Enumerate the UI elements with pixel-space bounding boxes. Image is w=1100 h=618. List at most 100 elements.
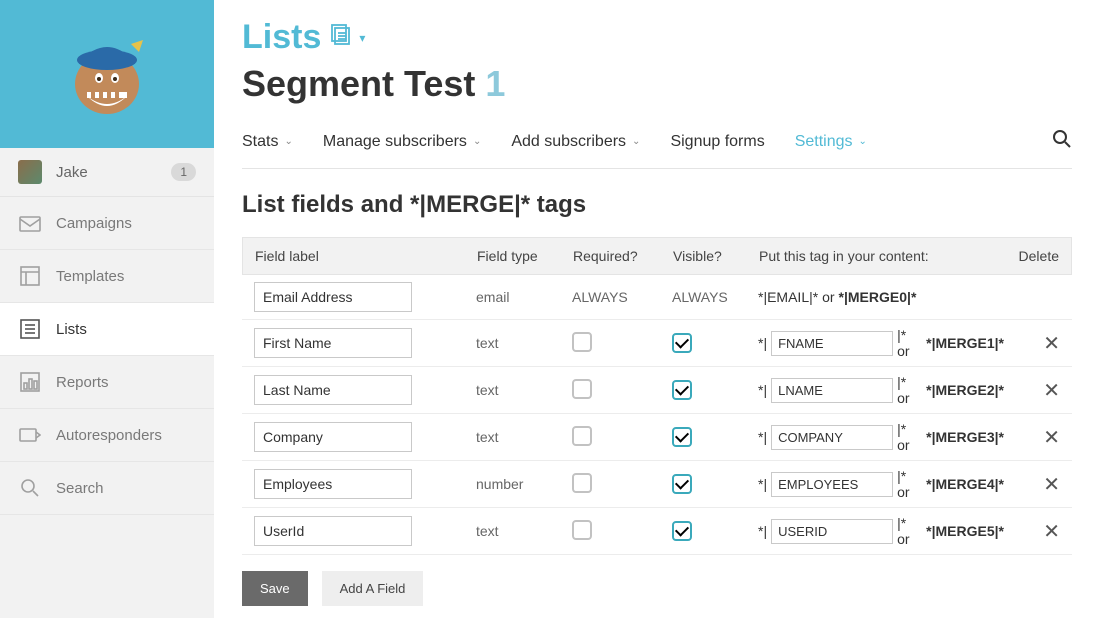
merge-tag-input[interactable] (771, 519, 893, 544)
merge-tag-alt: *|MERGE0|* (839, 289, 917, 305)
table-row: text*||* or *|MERGE5|*✕ (242, 508, 1072, 555)
required-checkbox[interactable] (572, 379, 592, 399)
tag-prefix: *| (758, 335, 767, 351)
nav-label: Search (56, 480, 104, 497)
merge-tag-input[interactable] (771, 378, 893, 403)
field-label-input[interactable] (254, 328, 412, 358)
lists-page-icon (329, 24, 351, 51)
chevron-down-icon: ⌄ (859, 136, 867, 147)
tab-signup-forms[interactable]: Signup forms (670, 133, 764, 151)
th-type: Field type (477, 248, 573, 264)
sidebar-item-reports[interactable]: Reports (0, 356, 214, 409)
visible-checkbox[interactable] (672, 380, 692, 400)
page-title-number: 1 (485, 63, 505, 104)
delete-row-button[interactable]: ✕ (1043, 474, 1060, 496)
chevron-down-icon: ▾ (359, 31, 365, 45)
delete-row-button[interactable]: ✕ (1043, 521, 1060, 543)
search-icon (18, 478, 42, 498)
required-checkbox[interactable] (572, 473, 592, 493)
required-checkbox[interactable] (572, 426, 592, 446)
logo-area (0, 0, 214, 148)
sidebar-item-campaigns[interactable]: Campaigns (0, 197, 214, 250)
breadcrumb-title: Lists (242, 18, 321, 57)
nav-label: Campaigns (56, 215, 132, 232)
tag-prefix: *| (758, 429, 767, 445)
table-row: number*||* or *|MERGE4|*✕ (242, 461, 1072, 508)
field-type-text: text (476, 429, 572, 445)
field-label-input[interactable] (254, 422, 412, 452)
tag-suffix: |* or (897, 327, 922, 359)
sidebar: Jake 1 Campaigns Templates Lists Reports (0, 0, 214, 618)
sidebar-item-search[interactable]: Search (0, 462, 214, 515)
visible-checkbox[interactable] (672, 427, 692, 447)
required-checkbox[interactable] (572, 520, 592, 540)
tag-prefix: *| (758, 523, 767, 539)
nav-label: Templates (56, 268, 124, 285)
autoresponder-icon (18, 425, 42, 445)
field-label-input[interactable] (254, 469, 412, 499)
table-row: emailALWAYSALWAYS*|EMAIL|* or *|MERGE0|* (242, 275, 1072, 320)
tag-prefix: *| (758, 476, 767, 492)
field-type-text: email (476, 289, 572, 305)
notification-badge: 1 (171, 163, 196, 181)
save-button[interactable]: Save (242, 571, 308, 606)
field-label-input[interactable] (254, 282, 412, 312)
sidebar-item-templates[interactable]: Templates (0, 250, 214, 303)
delete-row-button[interactable]: ✕ (1043, 380, 1060, 402)
table-row: text*||* or *|MERGE2|*✕ (242, 367, 1072, 414)
breadcrumb[interactable]: Lists ▾ (242, 18, 1072, 57)
field-type-text: text (476, 335, 572, 351)
tag-suffix: |* or (897, 515, 922, 547)
add-field-button[interactable]: Add A Field (322, 571, 424, 606)
button-row: Save Add A Field (242, 571, 1072, 606)
chevron-down-icon: ⌄ (284, 136, 292, 147)
merge-tag-alt: *|MERGE3|* (926, 429, 1004, 445)
merge-tag-input[interactable] (771, 425, 893, 450)
chevron-down-icon: ⌄ (473, 136, 481, 147)
user-row[interactable]: Jake 1 (0, 148, 214, 197)
visible-checkbox[interactable] (672, 521, 692, 541)
visible-checkbox[interactable] (672, 333, 692, 353)
tab-settings[interactable]: Settings⌄ (795, 133, 867, 151)
tag-prefix: *| (758, 382, 767, 398)
table-row: text*||* or *|MERGE1|*✕ (242, 320, 1072, 367)
required-always-text: ALWAYS (572, 289, 672, 305)
th-label: Field label (255, 248, 477, 264)
merge-tag-alt: *|MERGE4|* (926, 476, 1004, 492)
delete-row-button[interactable]: ✕ (1043, 427, 1060, 449)
mailchimp-logo-icon (57, 24, 157, 124)
chart-icon (18, 372, 42, 392)
table-row: text*||* or *|MERGE3|*✕ (242, 414, 1072, 461)
th-tag: Put this tag in your content: (759, 248, 1003, 264)
required-checkbox[interactable] (572, 332, 592, 352)
visible-checkbox[interactable] (672, 474, 692, 494)
page-title: Segment Test 1 (242, 63, 1072, 105)
page-title-text: Segment Test (242, 63, 475, 104)
tab-stats[interactable]: Stats⌄ (242, 133, 293, 151)
merge-tag-alt: *|MERGE2|* (926, 382, 1004, 398)
sidebar-item-lists[interactable]: Lists (0, 303, 214, 356)
field-type-text: text (476, 523, 572, 539)
merge-tag-text: *|EMAIL|* or (758, 289, 835, 305)
th-visible: Visible? (673, 248, 759, 264)
nav-label: Reports (56, 374, 109, 391)
main: Lists ▾ Segment Test 1 Stats⌄ Manage sub… (214, 0, 1100, 618)
fields-table: Field label Field type Required? Visible… (242, 237, 1072, 555)
nav-label: Lists (56, 321, 87, 338)
chevron-down-icon: ⌄ (632, 136, 640, 147)
delete-row-button[interactable]: ✕ (1043, 333, 1060, 355)
tabbar: Stats⌄ Manage subscribers⌄ Add subscribe… (242, 129, 1072, 169)
visible-always-text: ALWAYS (672, 289, 758, 305)
merge-tag-input[interactable] (771, 472, 893, 497)
merge-tag-input[interactable] (771, 331, 893, 356)
search-icon[interactable] (1052, 129, 1072, 154)
envelope-icon (18, 213, 42, 233)
sidebar-item-autoresponders[interactable]: Autoresponders (0, 409, 214, 462)
tab-manage-subscribers[interactable]: Manage subscribers⌄ (323, 133, 481, 151)
field-label-input[interactable] (254, 516, 412, 546)
user-name: Jake (56, 164, 171, 181)
list-icon (18, 319, 42, 339)
tag-suffix: |* or (897, 468, 922, 500)
tab-add-subscribers[interactable]: Add subscribers⌄ (511, 133, 640, 151)
field-label-input[interactable] (254, 375, 412, 405)
